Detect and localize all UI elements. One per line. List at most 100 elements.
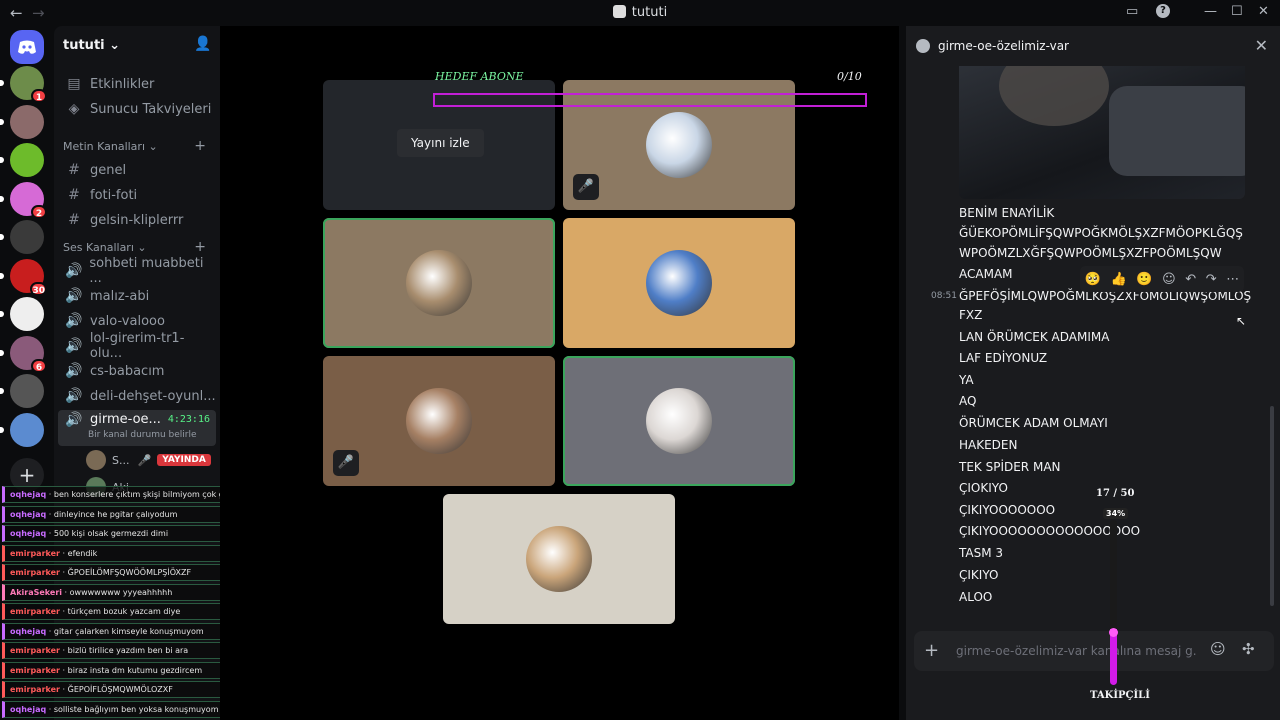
channel-label: gelsin-kliplerrr <box>90 212 184 228</box>
speaker-icon: 🔊 <box>65 313 83 329</box>
image-embed[interactable] <box>959 66 1245 199</box>
smile-icon[interactable]: 🙂 <box>1136 272 1152 287</box>
add-text-channel-icon[interactable]: + <box>194 138 206 154</box>
separator: · <box>46 529 54 538</box>
channel-label: cs-babacım <box>90 363 165 379</box>
mention-badge: 6 <box>31 358 47 373</box>
text-category[interactable]: Metin Kanalları ⌄ <box>63 140 158 153</box>
voice-channel[interactable]: 🔊 deli-dehşet-oyunl... <box>58 384 216 408</box>
unread-indicator <box>0 80 4 86</box>
participant-tile[interactable] <box>563 218 795 348</box>
overlay-chat-text: owwwwwww yyyeahhhhh <box>69 587 173 597</box>
muted-icon: 🎤 <box>137 453 152 467</box>
separator: · <box>62 587 70 597</box>
subscriber-goal-bar <box>433 93 867 107</box>
participant-tile[interactable] <box>563 356 795 486</box>
back-arrow-icon[interactable]: ← <box>10 4 23 22</box>
muted-mic-icon: 🎤 <box>333 450 359 476</box>
voice-category-label: Ses Kanalları <box>63 241 134 254</box>
message-input[interactable] <box>956 641 1196 661</box>
server-icon[interactable] <box>0 143 44 177</box>
pleading-face-icon[interactable]: 🥺 <box>1085 272 1101 287</box>
separator: · <box>60 568 68 577</box>
guild-icon <box>612 5 626 18</box>
unread-indicator <box>0 426 4 433</box>
participant-tile[interactable]: 🎤 <box>323 356 555 486</box>
voice-channel[interactable]: 🔊 sohbeti muabbeti ... <box>58 256 216 286</box>
server-icon[interactable] <box>0 374 44 408</box>
server-icon[interactable] <box>0 104 44 139</box>
unread-indicator <box>0 118 4 125</box>
text-channel[interactable]: # foti-foti <box>58 183 216 207</box>
attach-plus-icon[interactable]: + <box>924 640 939 661</box>
emoji-icon[interactable]: ☺ <box>1210 640 1226 658</box>
unread-indicator <box>0 157 4 163</box>
channel-label: lol-girerim-tr1-olu... <box>89 331 185 361</box>
server-icon[interactable] <box>0 412 44 447</box>
participant-tile[interactable] <box>443 494 675 624</box>
speaker-icon: 🔊 <box>65 288 83 304</box>
chat-message: ALOO <box>959 590 993 604</box>
overlay-chat-text: türkçem bozuk yazcam diye <box>67 607 181 616</box>
overlay-chat-user: oqhejaq <box>10 529 47 538</box>
chat-message: LAN ÖRÜMCEK ADAMIMA <box>959 330 1110 344</box>
active-voice-channel[interactable]: 🔊 girme-oe... 4:23:16 Bir kanal durumu b… <box>58 410 216 446</box>
add-reaction-icon[interactable]: ☺ <box>1162 272 1176 287</box>
speaker-icon: 🔊 <box>65 412 83 428</box>
text-category-label: Metin Kanalları <box>63 140 146 153</box>
voice-channel[interactable]: 🔊 cs-babacım <box>58 359 216 383</box>
overlay-chat-user: emirparker <box>10 548 60 558</box>
follower-goal-fill <box>1110 628 1117 685</box>
follower-goal-percent: 34% <box>1103 508 1129 519</box>
server-icon[interactable]: 30 <box>0 258 47 296</box>
boosts-item[interactable]: ◈ Sunucu Takviyeleri <box>58 97 216 121</box>
close-thread-icon[interactable]: ✕ <box>1255 36 1268 55</box>
maximize-icon[interactable]: ☐ <box>1231 4 1243 19</box>
muted-mic-icon: 🎤 <box>573 174 599 200</box>
invite-people-icon[interactable]: 👤 <box>194 36 211 52</box>
server-icon[interactable] <box>0 297 44 331</box>
voice-channel[interactable]: 🔊 valo-valooo <box>58 309 216 333</box>
thread-scrollbar[interactable] <box>1270 406 1274 606</box>
forward-arrow-icon[interactable]: → <box>32 4 45 22</box>
server-icon[interactable] <box>0 220 44 254</box>
voice-channel[interactable]: 🔊 malız-abi <box>58 284 216 308</box>
unread-indicator <box>0 311 4 317</box>
help-icon[interactable]: ? <box>1156 4 1170 18</box>
live-badge: YAYINDA <box>157 454 211 466</box>
unread-indicator <box>0 272 4 279</box>
minimize-icon[interactable]: — <box>1204 4 1217 19</box>
server-icon[interactable]: 2 <box>0 181 47 219</box>
text-channel[interactable]: # genel <box>58 158 216 182</box>
voice-user[interactable]: S... 🎤 YAYINDA <box>86 449 211 471</box>
reply-icon[interactable]: ↶ <box>1185 272 1196 287</box>
events-label: Etkinlikler <box>90 76 155 92</box>
watch-stream-button[interactable]: Yayını izle <box>397 129 484 157</box>
channel-label: genel <box>90 162 127 178</box>
channel-status-prompt[interactable]: Bir kanal durumu belirle <box>88 430 197 440</box>
inbox-icon[interactable]: ▭ <box>1126 4 1138 19</box>
events-item[interactable]: ▤ Etkinlikler <box>58 72 216 96</box>
text-channel[interactable]: # gelsin-kliplerrr <box>58 208 216 232</box>
chat-message: TEK SPİDER MAN <box>959 460 1061 474</box>
apps-icon[interactable]: ✣ <box>1242 640 1255 658</box>
direct-messages-icon[interactable] <box>10 30 44 64</box>
overlay-chat-user: oqhejaq <box>10 490 47 499</box>
thumbs-up-icon[interactable]: 👍 <box>1111 272 1127 287</box>
participant-tile[interactable] <box>323 218 555 348</box>
chat-message: FXZ <box>959 308 983 322</box>
server-icon[interactable]: 1 <box>0 66 47 103</box>
more-icon[interactable]: ⋯ <box>1226 272 1239 287</box>
hash-icon: # <box>68 187 80 203</box>
channel-label: foti-foti <box>90 187 138 203</box>
forward-icon[interactable]: ↷ <box>1206 272 1217 287</box>
voice-channel[interactable]: 🔊 lol-girerim-tr1-olu... <box>58 331 216 361</box>
add-voice-channel-icon[interactable]: + <box>194 239 206 255</box>
server-icon[interactable]: 6 <box>0 335 47 373</box>
close-window-icon[interactable]: ✕ <box>1258 4 1269 19</box>
voice-category[interactable]: Ses Kanalları ⌄ <box>63 241 147 254</box>
hash-icon: # <box>68 212 80 228</box>
chat-message: ÇIKIYOOOOOOO <box>959 503 1056 517</box>
overlay-chat-text: ĞPOEİLÖMFŞQWÖÖMLPŞİÖXZF <box>67 568 192 577</box>
guild-header[interactable]: tututi ⌄ <box>63 38 120 53</box>
